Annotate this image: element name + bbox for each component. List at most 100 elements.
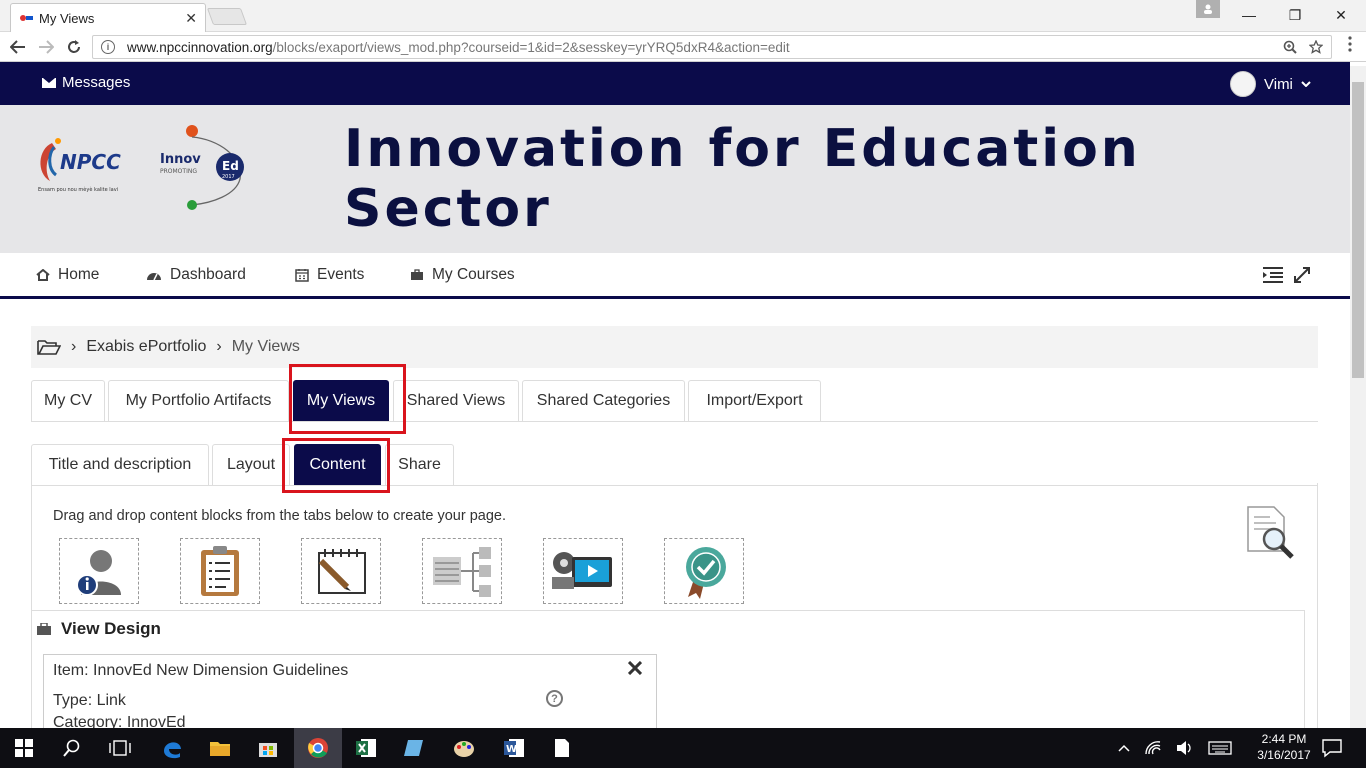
word-icon[interactable]: W <box>490 728 538 768</box>
indent-toggle-icon[interactable] <box>1262 267 1284 288</box>
forward-arrow-icon <box>39 40 54 54</box>
forward-button[interactable] <box>32 32 60 62</box>
store-icon[interactable] <box>244 728 292 768</box>
secondary-tabs: Title and description Layout Content Sha… <box>31 444 1318 486</box>
item-title: Item: InnovEd New Dimension Guidelines <box>53 662 349 679</box>
minimize-button[interactable]: — <box>1226 0 1272 30</box>
folder-open-icon[interactable] <box>37 338 61 356</box>
site-info-icon[interactable]: i <box>101 40 115 54</box>
svg-text:Innov: Innov <box>160 152 201 167</box>
tab-close-icon[interactable]: ✕ <box>185 10 197 27</box>
url-path: /blocks/exaport/views_mod.php?courseid=1… <box>272 39 790 55</box>
item-type: Type: Link <box>53 692 126 709</box>
svg-text:Ensam pou nou mèyè kalite lavi: Ensam pou nou mèyè kalite lavi <box>38 186 118 193</box>
site-banner: NPCC Ensam pou nou mèyè kalite lavi Ed 2… <box>0 105 1350 253</box>
taskbar-clock[interactable]: 2:44 PM 3/16/2017 <box>1252 731 1316 763</box>
network-icon[interactable] <box>1144 740 1162 756</box>
chrome-menu-icon[interactable] <box>1340 36 1360 58</box>
npcc-logo[interactable]: NPCC Ensam pou nou mèyè kalite lavi <box>34 133 139 197</box>
clock-date: 3/16/2017 <box>1257 748 1311 762</box>
back-arrow-icon <box>10 40 25 54</box>
nav-dashboard[interactable]: Dashboard <box>146 266 246 284</box>
nav-events-label: Events <box>317 266 365 283</box>
fullscreen-expand-icon[interactable] <box>1293 266 1311 289</box>
notepad-icon[interactable] <box>538 728 586 768</box>
clipboard-block-icon[interactable] <box>180 538 260 604</box>
briefcase-icon <box>37 623 51 635</box>
svg-text:Ed: Ed <box>222 159 239 173</box>
home-icon <box>36 269 50 281</box>
top-navbar: Messages Vimi <box>0 62 1350 105</box>
action-center-icon[interactable] <box>1322 738 1342 763</box>
nav-events[interactable]: Events <box>295 266 364 284</box>
help-icon[interactable]: ? <box>546 690 563 707</box>
volume-icon[interactable] <box>1176 740 1194 756</box>
tab-import-export[interactable]: Import/Export <box>688 380 821 421</box>
search-icon[interactable] <box>48 728 96 768</box>
main-nav: Home Dashboard Events My Courses <box>0 253 1350 299</box>
nav-home[interactable]: Home <box>36 266 99 284</box>
badge-block-icon[interactable] <box>664 538 744 604</box>
system-tray <box>1118 728 1232 768</box>
tab-share[interactable]: Share <box>385 444 454 485</box>
windows-start-icon[interactable] <box>0 728 48 768</box>
breadcrumb-my-views: My Views <box>231 338 300 355</box>
item-close-icon[interactable] <box>627 658 643 681</box>
site-favicon-icon <box>19 12 33 24</box>
svg-text:2017: 2017 <box>222 174 235 180</box>
web-page: Messages Vimi NPCC Ensam pou nou mèyè ka… <box>0 62 1350 728</box>
drag-instruction: Drag and drop content blocks from the ta… <box>53 508 506 524</box>
paint-icon[interactable] <box>440 728 488 768</box>
chevron-down-icon <box>1301 81 1311 87</box>
nav-my-courses[interactable]: My Courses <box>410 266 515 284</box>
zoom-icon[interactable] <box>1283 40 1297 54</box>
breadcrumb-exabis[interactable]: Exabis ePortfolio <box>86 338 206 356</box>
tab-shared-views[interactable]: Shared Views <box>393 380 519 421</box>
back-button[interactable] <box>4 32 32 62</box>
keyboard-icon[interactable] <box>1208 740 1232 756</box>
dashboard-icon <box>147 273 161 281</box>
file-explorer-icon[interactable] <box>196 728 244 768</box>
highlight-box-my-views <box>289 364 406 434</box>
primary-tabs: My CV My Portfolio Artifacts My Views Sh… <box>31 380 1318 422</box>
svg-text:W: W <box>506 744 517 755</box>
address-bar[interactable]: i www.npccinnovation.org/blocks/exaport/… <box>92 35 1332 59</box>
structure-block-icon[interactable] <box>422 538 502 604</box>
chrome-profile-icon[interactable] <box>1196 0 1220 18</box>
tab-my-portfolio-artifacts[interactable]: My Portfolio Artifacts <box>108 380 289 421</box>
personal-info-block-icon[interactable] <box>59 538 139 604</box>
close-window-button[interactable]: ✕ <box>1318 0 1364 30</box>
bookmark-star-icon[interactable] <box>1309 40 1323 54</box>
banner-title: Innovation for Education Sector <box>344 119 1141 239</box>
browser-tab[interactable]: My Views ✕ <box>10 3 206 32</box>
innoved-logo[interactable]: Ed 2017 Innov PROMOTING <box>158 123 250 213</box>
scrollbar-thumb[interactable] <box>1352 82 1364 378</box>
excel-icon[interactable] <box>342 728 390 768</box>
reload-button[interactable] <box>60 32 88 62</box>
edge-browser-icon[interactable] <box>148 728 196 768</box>
messages-label: Messages <box>62 74 131 91</box>
nav-dashboard-label: Dashboard <box>170 266 246 283</box>
new-tab-button[interactable] <box>206 8 248 25</box>
task-view-icon[interactable] <box>96 728 144 768</box>
tab-title: My Views <box>39 10 95 26</box>
note-block-icon[interactable] <box>301 538 381 604</box>
calendar-icon <box>295 269 309 282</box>
user-menu[interactable]: Vimi <box>1230 71 1311 97</box>
tab-shared-categories[interactable]: Shared Categories <box>522 380 685 421</box>
user-name: Vimi <box>1264 75 1293 93</box>
tab-my-cv[interactable]: My CV <box>31 380 105 421</box>
envelope-icon <box>42 77 56 88</box>
chrome-taskbar-icon[interactable] <box>294 728 342 768</box>
tab-layout[interactable]: Layout <box>212 444 290 485</box>
nav-my-courses-label: My Courses <box>432 266 515 283</box>
media-block-icon[interactable] <box>543 538 623 604</box>
svg-text:PROMOTING: PROMOTING <box>160 168 197 175</box>
tab-title-and-description[interactable]: Title and description <box>31 444 209 485</box>
app-icon[interactable] <box>390 728 438 768</box>
chevron-up-icon[interactable] <box>1118 744 1130 752</box>
briefcase-icon <box>411 269 423 280</box>
messages-link[interactable]: Messages <box>42 74 130 91</box>
preview-magnifier-icon[interactable] <box>1244 505 1296 559</box>
restore-button[interactable]: ❐ <box>1272 0 1318 30</box>
